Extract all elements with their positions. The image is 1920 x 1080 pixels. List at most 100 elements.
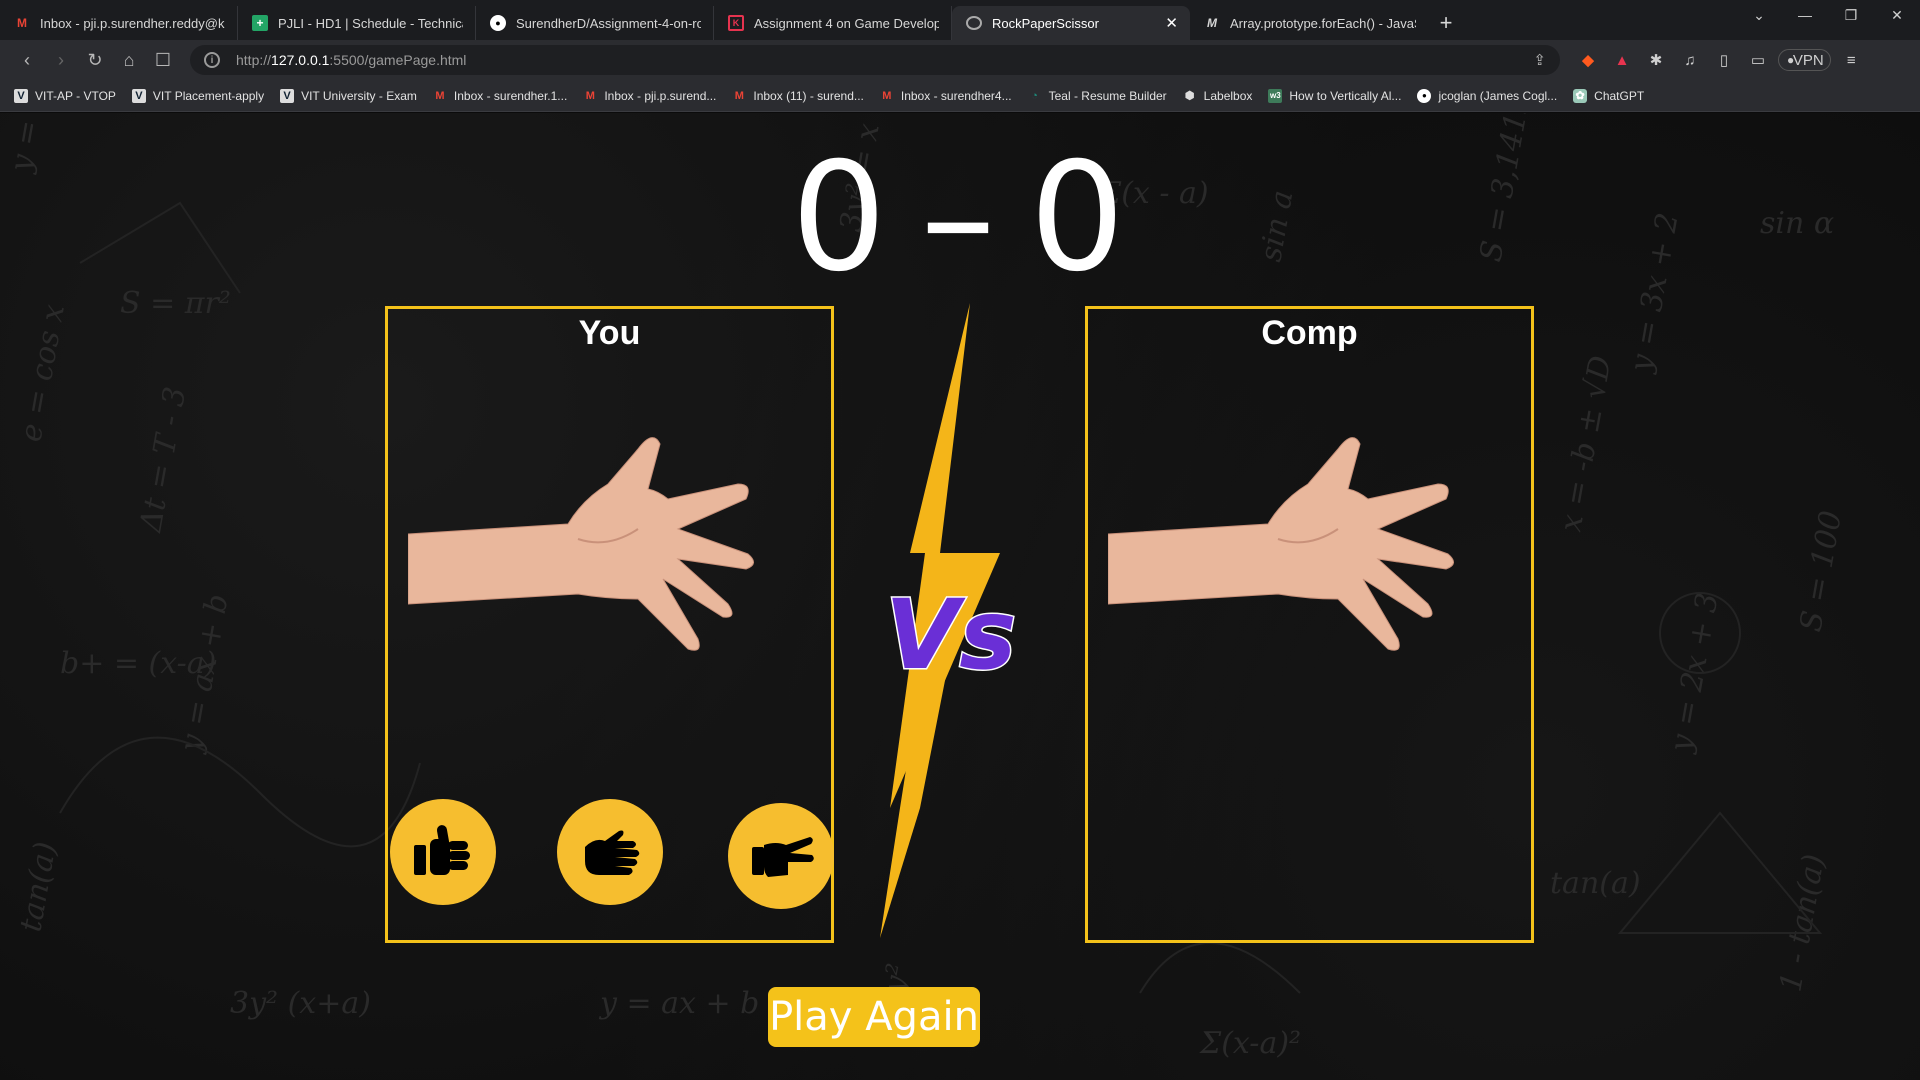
bookmark-item[interactable]: M Inbox - surendher.1... — [433, 89, 567, 103]
gmail-icon: M — [17, 16, 27, 30]
forward-button[interactable]: › — [44, 44, 78, 76]
paper-hand-image — [1108, 437, 1454, 651]
back-button[interactable]: ‹ — [10, 44, 44, 76]
bookmark-item[interactable]: M Inbox (11) - surend... — [732, 89, 864, 103]
tab-schedule[interactable]: + PJLI - HD1 | Schedule - Technical Me — [238, 6, 476, 40]
scissors-button[interactable] — [728, 803, 834, 909]
gmail-icon: M — [585, 89, 595, 102]
bookmark-item[interactable]: M Inbox - pji.p.surend... — [583, 88, 717, 103]
bookmark-button[interactable]: ☐ — [146, 44, 180, 76]
tab-label: RockPaperScissor — [992, 15, 1099, 31]
svg-text:1 - tan(a): 1 - tan(a) — [1773, 852, 1832, 995]
sidebar-icon[interactable]: ▯ — [1710, 46, 1738, 74]
bookmark-label: VIT University - Exam — [301, 88, 417, 103]
vpn-label: VPN — [1792, 51, 1824, 69]
tab-mdn[interactable]: M Array.prototype.forEach() - JavaScript — [1190, 6, 1428, 40]
reload-button[interactable]: ↻ — [78, 44, 112, 76]
score-you: 0 — [791, 131, 891, 305]
address-bar[interactable]: i http://127.0.0.1:5500/gamePage.html ⇪ — [190, 45, 1560, 75]
svg-text:Σ(x-a)²: Σ(x-a)² — [1199, 1026, 1301, 1061]
vs-label: Vs — [885, 579, 1016, 691]
mdn-icon: M — [1207, 16, 1217, 30]
bookmark-label: Inbox - pji.p.surend... — [604, 88, 717, 103]
tab-label: SurendherD/Assignment-4-on-rock- — [516, 15, 701, 31]
close-window-button[interactable]: ✕ — [1874, 0, 1920, 30]
extensions-icon[interactable]: ✱ — [1642, 46, 1670, 74]
computer-panel: Comp — [1085, 306, 1534, 943]
brave-shield-icon[interactable]: ◆ — [1574, 46, 1602, 74]
bookmark-item[interactable]: V VIT-AP - VTOP — [14, 88, 116, 103]
tab-label: Assignment 4 on Game Development — [754, 15, 939, 31]
brave-rewards-icon[interactable]: ▲ — [1608, 46, 1636, 74]
maximize-button[interactable]: ❐ — [1828, 0, 1874, 30]
gmail-icon: M — [435, 89, 445, 102]
vit-icon: V — [280, 88, 295, 103]
url-path: :5500/gamePage.html — [329, 52, 467, 68]
music-icon[interactable]: ♫ — [1676, 46, 1704, 74]
bookmark-item[interactable]: ⬢ Labelbox — [1183, 89, 1253, 103]
tab-github-repo[interactable]: ● SurendherD/Assignment-4-on-rock- — [476, 6, 714, 40]
paper-hand-image — [408, 437, 754, 651]
bookmark-label: jcoglan (James Cogl... — [1438, 88, 1558, 103]
vpn-button[interactable]: ● VPN — [1778, 49, 1832, 71]
bookmark-label: Inbox (11) - surend... — [753, 88, 864, 103]
bookmark-label: Labelbox — [1203, 88, 1253, 103]
vit-icon: V — [14, 88, 28, 103]
svg-text:y = ax + b: y = ax + b — [598, 986, 759, 1021]
bookmark-label: Inbox - surendher4... — [900, 88, 1012, 103]
computer-title: Comp — [1261, 314, 1358, 352]
github-icon: ● — [490, 15, 506, 31]
svg-text:3y² (x+a): 3y² (x+a) — [230, 986, 371, 1021]
svg-text:tan(a): tan(a) — [1550, 866, 1641, 901]
svg-text:x = -b ± √D: x = -b ± √D — [1553, 353, 1618, 534]
svg-text:tan(a): tan(a) — [13, 839, 63, 934]
bookmarks-bar: V VIT-AP - VTOP V VIT Placement-apply V VIT… — [0, 80, 1920, 112]
window-controls: ⌄ — ❐ ✕ — [1736, 0, 1920, 30]
paper-button[interactable] — [557, 799, 663, 905]
url-prefix: http:// — [236, 52, 272, 68]
tab-rockpaperscissor[interactable]: RockPaperScissor ✕ — [952, 6, 1190, 40]
info-icon[interactable]: i — [204, 52, 220, 68]
bookmark-item[interactable]: M Inbox - surendher4... — [880, 88, 1012, 103]
close-icon[interactable]: ✕ — [1165, 14, 1178, 32]
bookmark-item[interactable]: V VIT University - Exam — [280, 88, 417, 103]
tab-gmail-inbox[interactable]: M Inbox - pji.p.surendher.reddy@kalvium — [0, 6, 238, 40]
bookmark-item[interactable]: ◔ Teal - Resume Builder — [1028, 88, 1167, 103]
scoreboard: 0–0 — [0, 143, 1920, 293]
bookmark-item[interactable]: V VIT Placement-apply — [131, 88, 265, 103]
bookmark-item[interactable]: ✿ ChatGPT — [1573, 88, 1645, 103]
svg-text:Δt = T - 3: Δt = T - 3 — [133, 384, 193, 535]
player-title: You — [578, 314, 641, 352]
kalvium-icon: K — [728, 15, 744, 31]
svg-text:e = cos x: e = cos x — [13, 302, 72, 445]
score-comp: 0 — [1029, 131, 1129, 305]
bookmark-item[interactable]: w3 How to Vertically Al... — [1268, 88, 1401, 103]
lightning-bolt — [880, 808, 920, 938]
play-again-button[interactable]: Play Again — [768, 987, 980, 1047]
chevron-down-icon[interactable]: ⌄ — [1736, 0, 1782, 30]
wallet-icon[interactable]: ▭ — [1744, 46, 1772, 74]
minimize-button[interactable]: — — [1782, 0, 1828, 30]
gmail-icon: M — [882, 89, 892, 102]
share-icon[interactable]: ⇪ — [1533, 51, 1546, 69]
bookmark-label: VIT-AP - VTOP — [35, 88, 116, 103]
rock-icon — [414, 825, 470, 875]
menu-icon[interactable]: ≡ — [1837, 46, 1865, 74]
choice-buttons — [388, 799, 834, 909]
vit-icon: V — [131, 88, 146, 103]
game-page: y = 3x + 2 S = πr² e = cos x Δt = T - 3 … — [0, 113, 1920, 1080]
svg-text:S = 100: S = 100 — [1793, 508, 1849, 634]
tab-strip: M Inbox - pji.p.surendher.reddy@kalvium … — [0, 0, 1920, 40]
teal-icon: ◔ — [1031, 89, 1038, 102]
tab-assignment[interactable]: K Assignment 4 on Game Development — [714, 6, 952, 40]
bookmark-label: VIT Placement-apply — [152, 88, 265, 103]
new-tab-button[interactable]: + — [1428, 6, 1464, 40]
tab-label: Array.prototype.forEach() - JavaScript — [1230, 15, 1416, 31]
labelbox-icon: ⬢ — [1184, 90, 1195, 102]
rock-button[interactable] — [390, 799, 496, 905]
bookmark-label: ChatGPT — [1594, 88, 1645, 103]
bookmark-item[interactable]: ● jcoglan (James Cogl... — [1417, 88, 1558, 103]
home-button[interactable]: ⌂ — [112, 44, 146, 76]
player-panel: You — [385, 306, 834, 943]
bookmark-label: Teal - Resume Builder — [1048, 88, 1167, 103]
